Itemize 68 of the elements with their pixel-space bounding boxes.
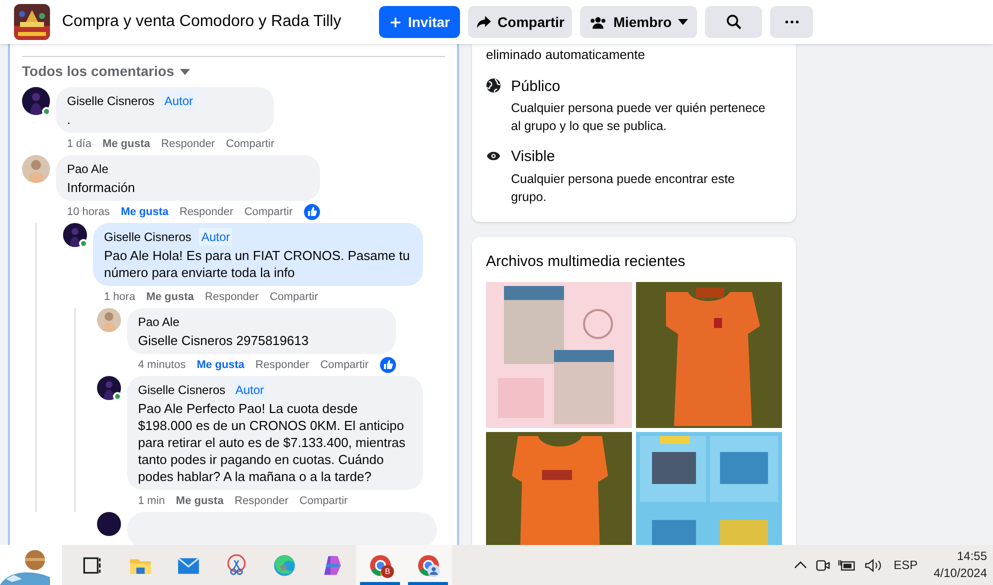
camera-icon[interactable]: [814, 558, 830, 572]
group-title: Compra y venta Comodoro y Rada Tilly: [62, 12, 342, 32]
avatar[interactable]: [97, 376, 121, 400]
chevron-up-icon[interactable]: [794, 561, 807, 569]
author-name[interactable]: Pao Ale: [67, 160, 108, 178]
caret-icon: [180, 68, 190, 74]
share-link[interactable]: Compartir: [270, 289, 318, 305]
speaker-icon[interactable]: [864, 558, 882, 572]
privacy-description: Cualquier persona puede encontrar este grupo.: [511, 170, 736, 206]
comment-text: Información: [67, 179, 136, 196]
share-link[interactable]: Compartir: [226, 136, 274, 152]
clock-date[interactable]: 4/10/2024: [934, 565, 987, 582]
comment-text: Pao Ale Hola! Es para un FIAT CRONOS. Pasame tu número para enviarte toda la info: [104, 247, 411, 281]
author-badge: Autor: [162, 92, 196, 110]
comment-text: .: [67, 111, 72, 128]
search-button[interactable]: [705, 6, 762, 38]
reply-link[interactable]: Responder: [161, 136, 215, 152]
reply-link[interactable]: Responder: [204, 289, 259, 305]
people-icon: [589, 14, 608, 30]
privacy-title: Público: [511, 76, 562, 96]
reply-link[interactable]: Responder: [234, 493, 288, 509]
battery-icon[interactable]: [838, 558, 856, 572]
like-link[interactable]: Me gusta: [196, 357, 244, 373]
about-text: eliminado automaticamente: [486, 46, 646, 64]
taskbar-button[interactable]: B: [356, 545, 404, 585]
share-arrow-icon: [476, 14, 492, 30]
comments-filter[interactable]: Todos los comentarios: [22, 61, 174, 82]
comment-time[interactable]: 4 minutos: [138, 357, 186, 373]
author-name[interactable]: Giselle Cisneros: [67, 92, 154, 110]
avatar: [97, 512, 121, 536]
swirl-icon: [272, 552, 296, 578]
like-link[interactable]: Me gusta: [146, 289, 194, 305]
share-link[interactable]: Compartir: [299, 493, 348, 509]
author-name[interactable]: Giselle Cisneros: [138, 381, 226, 399]
comment-time[interactable]: 1 min: [138, 493, 165, 509]
member-dropdown[interactable]: Miembro: [580, 6, 697, 38]
reply-link[interactable]: Responder: [255, 357, 310, 373]
like-link[interactable]: Me gusta: [176, 493, 224, 509]
invite-button[interactable]: Invitar: [379, 6, 460, 38]
plus-icon: [388, 16, 402, 28]
comment-time[interactable]: 10 horas: [67, 204, 110, 220]
more-icon: [784, 20, 798, 24]
like-link[interactable]: Me gusta: [102, 136, 150, 152]
avatar[interactable]: [63, 223, 87, 247]
author-badge: Autor: [199, 228, 232, 246]
reply-link[interactable]: Responder: [180, 204, 234, 220]
profile-badge: B: [381, 565, 394, 578]
comment-time[interactable]: 1 hora: [104, 289, 136, 305]
like-link[interactable]: Me gusta: [120, 204, 168, 220]
chrome-icon: [416, 552, 440, 578]
section-title: Archivos multimedia recientes: [486, 252, 686, 272]
author-name[interactable]: Giselle Cisneros: [104, 228, 192, 246]
clock-time[interactable]: 14:55: [956, 548, 987, 565]
comment-text: Giselle Cisneros 2975819613: [138, 332, 310, 349]
search-icon: [726, 14, 742, 30]
globe-icon: [486, 76, 501, 94]
share-button[interactable]: Compartir: [468, 6, 572, 38]
language-indicator[interactable]: ESP: [894, 556, 918, 574]
avatar[interactable]: [22, 87, 50, 115]
caret-icon: [678, 19, 688, 25]
privacy-description: Cualquier persona puede ver quién pertenece al grupo y lo que se publica.: [511, 100, 766, 135]
author-name[interactable]: Pao Ale: [138, 313, 180, 331]
comment-text: Pao Ale Perfecto Pao! La cuota desde $198.000 es de un CRONOS 0KM. El anticipo para retirar el auto es de $7.133.400, mientras tanto podes ir pagando en cuotas. Cuándo podes hablar? A la mañana o a la tarde?: [138, 400, 406, 485]
comment-time[interactable]: 1 día: [67, 136, 92, 152]
author-badge: Autor: [233, 381, 266, 399]
share-link[interactable]: Compartir: [320, 357, 369, 373]
share-link[interactable]: Compartir: [244, 204, 293, 220]
privacy-title: Visible: [511, 147, 556, 167]
